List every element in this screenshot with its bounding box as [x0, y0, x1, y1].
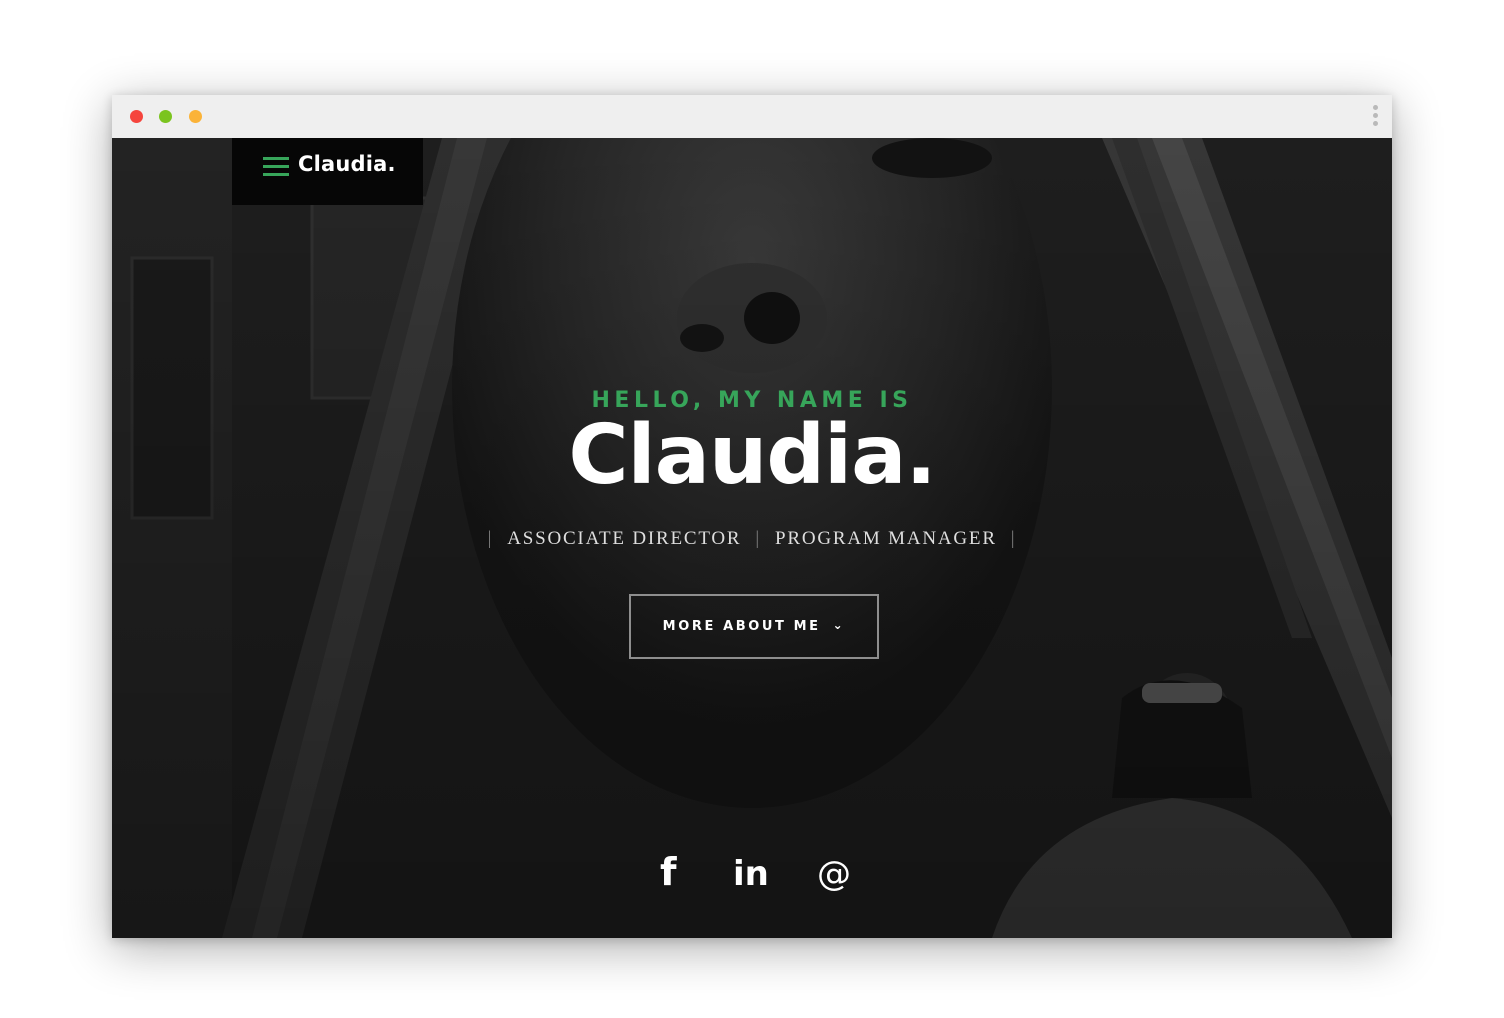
- facebook-icon[interactable]: f: [660, 850, 677, 894]
- browser-titlebar: [112, 95, 1392, 138]
- browser-window: Claudia. HELLO, MY NAME IS Claudia. | ASS…: [112, 95, 1392, 938]
- hero-section: Claudia. HELLO, MY NAME IS Claudia. | ASS…: [112, 138, 1392, 938]
- chevron-down-icon: ⌄: [832, 618, 846, 632]
- role-separator: |: [1010, 528, 1017, 549]
- hero-roles: | ASSOCIATE DIRECTOR | PROGRAM MANAGER |: [112, 528, 1392, 550]
- linkedin-icon[interactable]: in: [733, 854, 769, 894]
- more-about-me-label: MORE ABOUT ME: [662, 619, 821, 634]
- hamburger-icon[interactable]: [263, 157, 289, 177]
- minimize-window-button[interactable]: [159, 110, 172, 123]
- more-about-me-button[interactable]: MORE ABOUT ME ⌄: [629, 594, 879, 659]
- brand-box[interactable]: Claudia.: [232, 138, 423, 205]
- hero-name: Claudia.: [568, 408, 936, 503]
- email-icon[interactable]: @: [817, 854, 851, 894]
- role-associate-director: ASSOCIATE DIRECTOR: [507, 528, 742, 549]
- role-program-manager: PROGRAM MANAGER: [775, 528, 997, 549]
- brand-name[interactable]: Claudia.: [298, 152, 396, 176]
- role-separator: |: [755, 528, 762, 549]
- kebab-menu-icon[interactable]: [1372, 105, 1378, 129]
- role-separator: |: [487, 528, 494, 549]
- maximize-window-button[interactable]: [189, 110, 202, 123]
- close-window-button[interactable]: [130, 110, 143, 123]
